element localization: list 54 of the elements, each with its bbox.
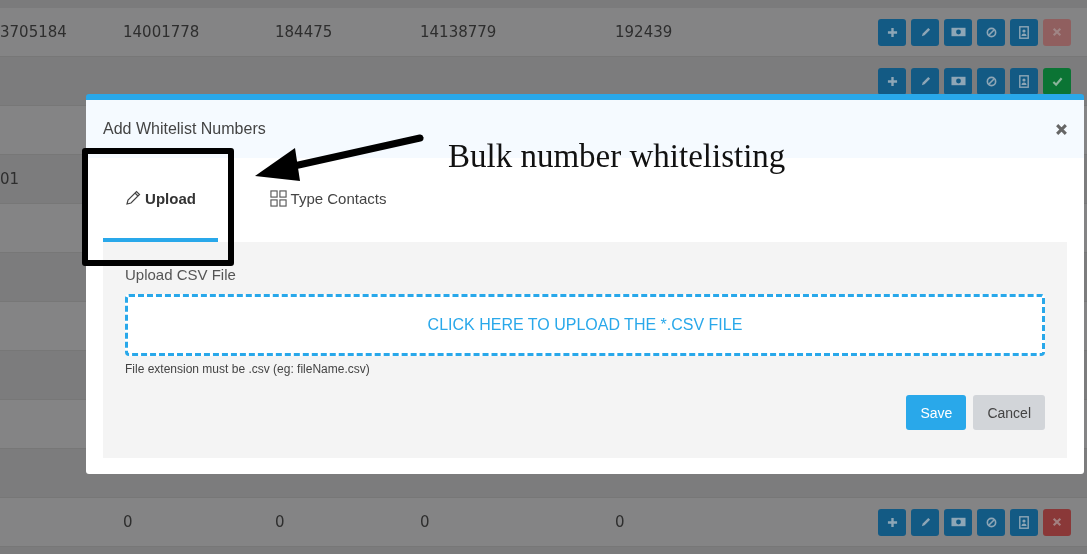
table-cell: 0 [420,513,430,531]
contact-button[interactable] [1010,508,1038,536]
plus-icon [886,26,898,38]
plus-icon [886,516,898,528]
table-cell: 192439 [615,23,673,41]
contact-button[interactable] [1010,67,1038,95]
ban-icon [985,516,997,528]
payment-button[interactable] [944,67,972,95]
banknote-icon [950,27,966,37]
ban-icon [985,75,997,87]
edit-button[interactable] [911,18,939,46]
field-label: Upload CSV File [125,266,236,283]
add-button[interactable] [878,18,906,46]
table-cell: 0 [123,513,133,531]
ban-icon [985,26,997,38]
annotation-text: Bulk number whitelisting [448,138,786,175]
contact-button[interactable] [1010,18,1038,46]
hint-text: File extension must be .csv (eg: fileName.csv) [125,362,370,376]
checkmark-icon [1051,75,1063,87]
table-cell: 14001778 [123,23,200,41]
banknote-icon [950,76,966,86]
add-button[interactable] [878,508,906,536]
edit-button[interactable] [911,508,939,536]
table-cell: 184475 [275,23,333,41]
plus-icon [886,75,898,87]
contact-card-icon [1019,515,1029,529]
close-icon [1052,27,1062,37]
delete-button[interactable] [1043,508,1071,536]
table-cell: 0 [275,513,285,531]
approve-button[interactable] [1043,67,1071,95]
pencil-icon [919,26,931,38]
close-icon[interactable] [1055,122,1068,136]
pencil-icon [919,516,931,528]
table-cell: 3705184 [0,23,67,41]
close-icon [1052,517,1062,527]
contact-card-icon [1019,25,1029,39]
table-cell: 01 [0,170,20,188]
contact-card-icon [1019,74,1029,88]
dialog-title: Add Whitelist Numbers [103,120,266,138]
pencil-icon [125,190,142,206]
payment-button[interactable] [944,18,972,46]
grid-icon [269,189,287,207]
cancel-button[interactable]: Cancel [973,395,1045,430]
add-button[interactable] [878,67,906,95]
table-cell: 0 [615,513,625,531]
block-button[interactable] [977,18,1005,46]
banknote-icon [950,517,966,527]
block-button[interactable] [977,67,1005,95]
pencil-icon [919,75,931,87]
edit-button[interactable] [911,67,939,95]
tab[interactable]: Type Contacts [238,158,418,242]
payment-button[interactable] [944,508,972,536]
table-cell: 14138779 [420,23,497,41]
block-button[interactable] [977,508,1005,536]
